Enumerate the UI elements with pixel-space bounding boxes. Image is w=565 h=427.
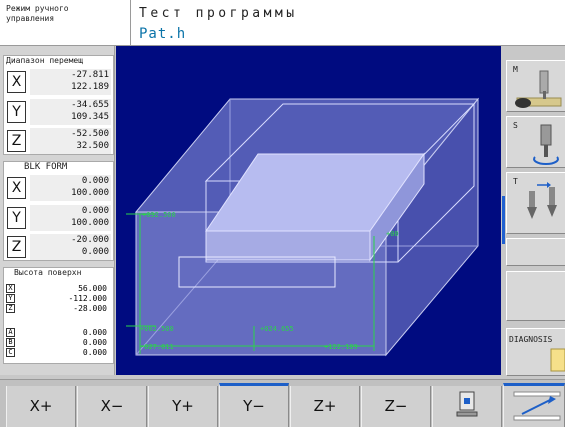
axis-label: B [6, 338, 15, 347]
axis-values: 0.000 100.000 [30, 175, 111, 201]
softkey-scroll-indicator[interactable] [502, 196, 505, 244]
range-max: 109.345 [71, 112, 109, 122]
softkey-z-minus[interactable]: Z− [361, 386, 431, 427]
surface-value: -112.000 [68, 294, 107, 303]
blk-row-z: Z -20.000 0.000 [7, 233, 111, 261]
surface-row-z: Z -28.000 [6, 304, 111, 313]
blk-min: -20.000 [71, 235, 109, 245]
m-function-button[interactable]: M [506, 60, 565, 112]
dim-y-top: +032.500 [142, 211, 176, 219]
axis-label: X [6, 284, 15, 293]
axis-label: Y [7, 101, 26, 123]
range-row-y: Y -34.655 109.345 [7, 98, 111, 126]
softkey-x-minus[interactable]: X− [77, 386, 147, 427]
axis-label: X [7, 177, 26, 199]
dim-y-bottom: +062.500 [140, 325, 174, 333]
mode-line-1: Режим ручного [6, 4, 69, 13]
operating-mode-box: Режим ручного управления [0, 0, 131, 46]
surface-height-title: Высота поверхн [14, 268, 82, 277]
blk-max: 0.000 [81, 247, 109, 257]
softkey-next-bar[interactable] [503, 383, 565, 427]
range-row-z: Z -52.500 32.500 [7, 127, 111, 155]
softkey-bar: X+ X− Y+ Y− Z+ Z− [0, 379, 565, 427]
surface-value: 56.000 [78, 284, 107, 293]
simulation-viewport[interactable]: +032.500 +062.500 +024.655 -027.811 +122… [116, 46, 501, 375]
axis-values: -34.655 109.345 [30, 99, 111, 125]
blk-max: 100.000 [71, 188, 109, 198]
dim-small: +00 [386, 230, 399, 238]
surface-height-section: Высота поверхн X 56.000 Y -112.000 Z -28… [3, 267, 114, 364]
rotation-value: 0.000 [82, 348, 107, 357]
spindle-icon [533, 124, 559, 165]
surface-value: -28.000 [73, 304, 107, 313]
diagnosis-icon [550, 348, 565, 372]
blk-min: 0.000 [81, 206, 109, 216]
workpiece-3d-view: +032.500 +062.500 +024.655 -027.811 +122… [126, 97, 480, 357]
next-bar-icon [513, 391, 561, 421]
tool-change-icon [527, 182, 557, 219]
range-min: -27.811 [71, 70, 109, 80]
rotation-value: 0.000 [82, 328, 107, 337]
travel-range-title: Диапазон перемещ [6, 56, 84, 65]
axis-values: 0.000 100.000 [30, 205, 111, 231]
surface-row-y: Y -112.000 [6, 294, 111, 303]
diagnosis-button[interactable]: DIAGNOSIS [506, 328, 565, 376]
softkey-z-plus[interactable]: Z+ [290, 386, 360, 427]
program-name: Pat.h [139, 26, 187, 42]
blk-row-x: X 0.000 100.000 [7, 174, 111, 202]
axis-label: A [6, 328, 15, 337]
rotation-row-a: A 0.000 [6, 328, 111, 337]
dim-x-right: +122.189 [324, 343, 358, 351]
softkey-y-plus[interactable]: Y+ [148, 386, 218, 427]
range-row-x: X -27.811 122.189 [7, 68, 111, 96]
axis-values: -20.000 0.000 [30, 234, 111, 260]
range-min: -52.500 [71, 129, 109, 139]
status-panel: Диапазон перемещ X -27.811 122.189 Y -34… [0, 46, 115, 375]
travel-range-section: Диапазон перемещ X -27.811 122.189 Y -34… [3, 55, 114, 155]
range-min: -34.655 [71, 100, 109, 110]
surface-row-x: X 56.000 [6, 284, 111, 293]
empty-side-softkey-2[interactable] [506, 271, 565, 321]
axis-label: C [6, 348, 15, 357]
blk-form-section: BLK FORM X 0.000 100.000 Y 0.000 100.000… [3, 161, 114, 261]
softkey-y-minus[interactable]: Y− [219, 383, 289, 427]
axis-label: X [7, 71, 26, 93]
rotation-row-b: B 0.000 [6, 338, 111, 347]
side-softkey-panel: M S T DIAGNOSIS [502, 46, 565, 379]
t-function-button[interactable]: T [506, 172, 565, 234]
axis-label: Y [7, 207, 26, 229]
softkey-tool-icon[interactable] [432, 386, 502, 427]
rotation-value: 0.000 [82, 338, 107, 347]
axis-values: -52.500 32.500 [30, 128, 111, 154]
range-max: 32.500 [76, 141, 109, 151]
s-function-button[interactable]: S [506, 116, 565, 168]
axis-values: -27.811 122.189 [30, 69, 111, 95]
tool-holder-icon [456, 391, 478, 417]
pocket-front-face [205, 230, 371, 261]
blk-form-title: BLK FORM [24, 162, 68, 172]
axis-label: Z [7, 130, 26, 152]
blk-row-y: Y 0.000 100.000 [7, 204, 111, 232]
m-function-icon [515, 70, 562, 108]
range-max: 122.189 [71, 82, 109, 92]
mode-line-2: управления [6, 14, 55, 23]
blk-max: 100.000 [71, 218, 109, 228]
dim-mid: +024.655 [260, 325, 294, 333]
mode-title: Тест программы [139, 6, 298, 21]
blk-min: 0.000 [81, 176, 109, 186]
axis-label: Z [7, 236, 26, 258]
dim-x-left: -027.811 [140, 343, 174, 351]
axis-label: Y [6, 294, 15, 303]
softkey-x-plus[interactable]: X+ [6, 386, 76, 427]
empty-side-softkey-1[interactable] [506, 238, 565, 266]
program-title-box: Тест программы Pat.h [131, 0, 565, 46]
rotation-row-c: C 0.000 [6, 348, 111, 357]
axis-label: Z [6, 304, 15, 313]
